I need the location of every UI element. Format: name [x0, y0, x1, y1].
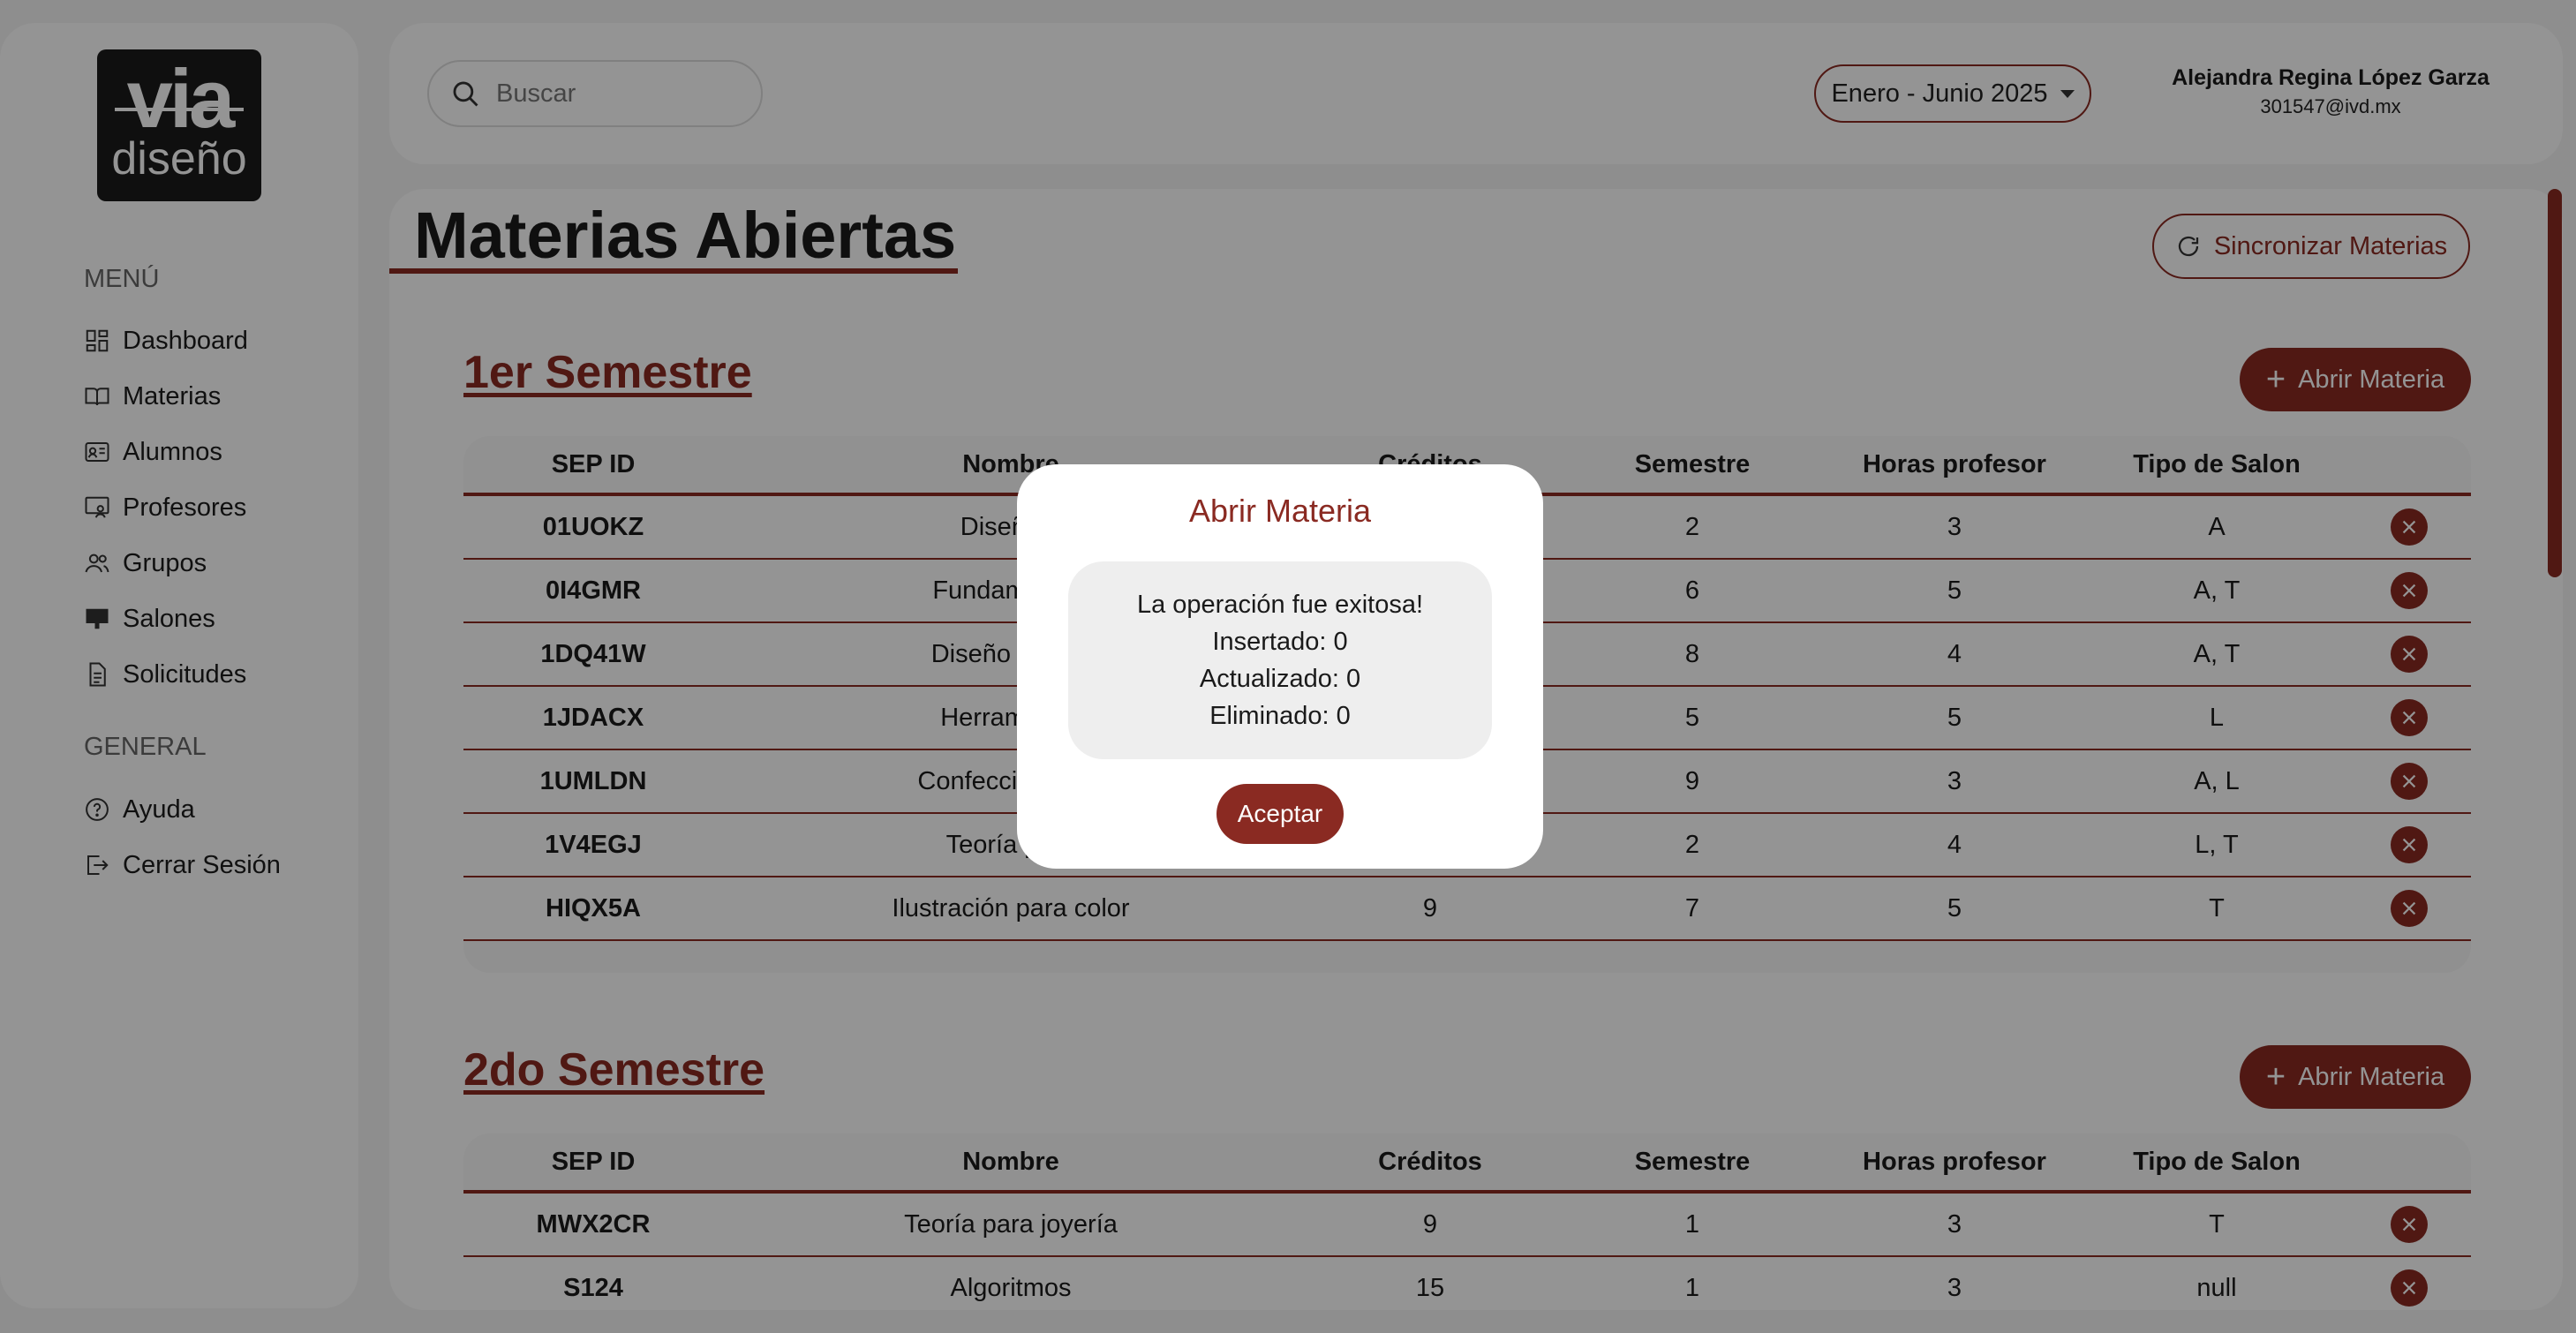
updated-count: Actualizado: 0: [1199, 665, 1361, 693]
accept-button[interactable]: Aceptar: [1216, 784, 1344, 844]
success-message: La operación fue exitosa!: [1136, 591, 1424, 619]
modal-message-box: La operación fue exitosa! Insertado: 0 A…: [1068, 561, 1492, 759]
inserted-count: Insertado: 0: [1212, 628, 1348, 656]
deleted-count: Eliminado: 0: [1209, 702, 1351, 730]
modal-title: Abrir Materia: [1188, 493, 1372, 529]
result-modal: Abrir Materia La operación fue exitosa! …: [1017, 464, 1543, 869]
